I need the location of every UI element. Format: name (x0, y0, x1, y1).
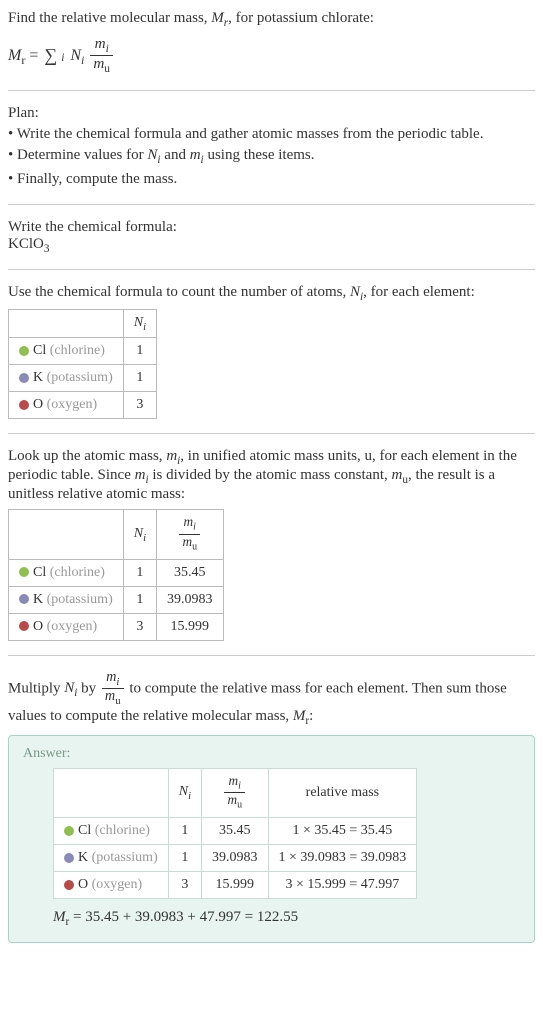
element-dot-icon (19, 400, 29, 410)
table-row: Cl (chlorine) 1 35.45 1 × 35.45 = 35.45 (54, 818, 417, 845)
mr-formula: Mr = ∑ i Ni mi mu (8, 36, 535, 76)
element-dot-icon (19, 594, 29, 604)
element-dot-icon (19, 621, 29, 631)
element-dot-icon (19, 373, 29, 383)
symbol-Mr: Mr (211, 10, 228, 26)
divider (8, 204, 535, 205)
element-dot-icon (19, 567, 29, 577)
table-row: Cl (chlorine) 1 35.45 (9, 559, 224, 586)
table-row: O (oxygen) 3 15.999 (9, 613, 224, 640)
lookup-text: Look up the atomic mass, mi, in unified … (8, 448, 535, 503)
table-header-row: Ni mimu relative mass (54, 768, 417, 817)
intro-part-a: Find the relative molecular mass, (8, 10, 211, 26)
table-row: K (potassium) 1 39.0983 (9, 586, 224, 613)
multiply-text: Multiply Ni by mimu to compute the relat… (8, 670, 535, 727)
plan-item-3: • Finally, compute the mass. (8, 169, 535, 190)
mass-table: Ni mimu Cl (chlorine) 1 35.45 K (potassi… (8, 509, 224, 640)
table-row: O (oxygen) 3 (9, 392, 157, 419)
plan-section: Plan: • Write the chemical formula and g… (8, 105, 535, 190)
intro-part-b: , for potassium chlorate: (228, 10, 374, 26)
answer-box: Answer: Ni mimu relative mass Cl (chlori… (8, 735, 535, 943)
write-formula-header: Write the chemical formula: (8, 219, 535, 236)
write-formula-section: Write the chemical formula: KClO3 (8, 219, 535, 255)
element-dot-icon (64, 853, 74, 863)
element-dot-icon (64, 826, 74, 836)
sigma-icon: ∑ i (44, 46, 64, 66)
count-atoms-text: Use the chemical formula to count the nu… (8, 284, 535, 303)
intro-text: Find the relative molecular mass, Mr, fo… (8, 8, 535, 32)
element-dot-icon (19, 346, 29, 356)
divider (8, 269, 535, 270)
answer-table: Ni mimu relative mass Cl (chlorine) 1 35… (53, 768, 417, 899)
plan-item-2: • Determine values for Ni and mi using t… (8, 145, 535, 169)
count-atoms-section: Use the chemical formula to count the nu… (8, 284, 535, 420)
table-row: Cl (chlorine) 1 (9, 338, 157, 365)
plan-item-1: • Write the chemical formula and gather … (8, 124, 535, 145)
divider (8, 655, 535, 656)
divider (8, 433, 535, 434)
divider (8, 90, 535, 91)
table-row: K (potassium) 1 (9, 365, 157, 392)
count-table: Ni Cl (chlorine) 1 K (potassium) 1 O (ox… (8, 309, 157, 420)
table-row: O (oxygen) 3 15.999 3 × 15.999 = 47.997 (54, 872, 417, 899)
table-header-row: Ni mimu (9, 510, 224, 559)
table-row: K (potassium) 1 39.0983 1 × 39.0983 = 39… (54, 845, 417, 872)
plan-header: Plan: (8, 105, 535, 122)
multiply-section: Multiply Ni by mimu to compute the relat… (8, 670, 535, 943)
answer-title: Answer: (23, 746, 520, 762)
final-result: Mr = 35.45 + 39.0983 + 47.997 = 122.55 (53, 909, 520, 928)
element-dot-icon (64, 880, 74, 890)
intro-section: Find the relative molecular mass, Mr, fo… (8, 8, 535, 76)
chemical-formula: KClO3 (8, 236, 535, 255)
table-header-row: Ni (9, 309, 157, 338)
lookup-section: Look up the atomic mass, mi, in unified … (8, 448, 535, 640)
fraction: mi mu (90, 36, 113, 76)
